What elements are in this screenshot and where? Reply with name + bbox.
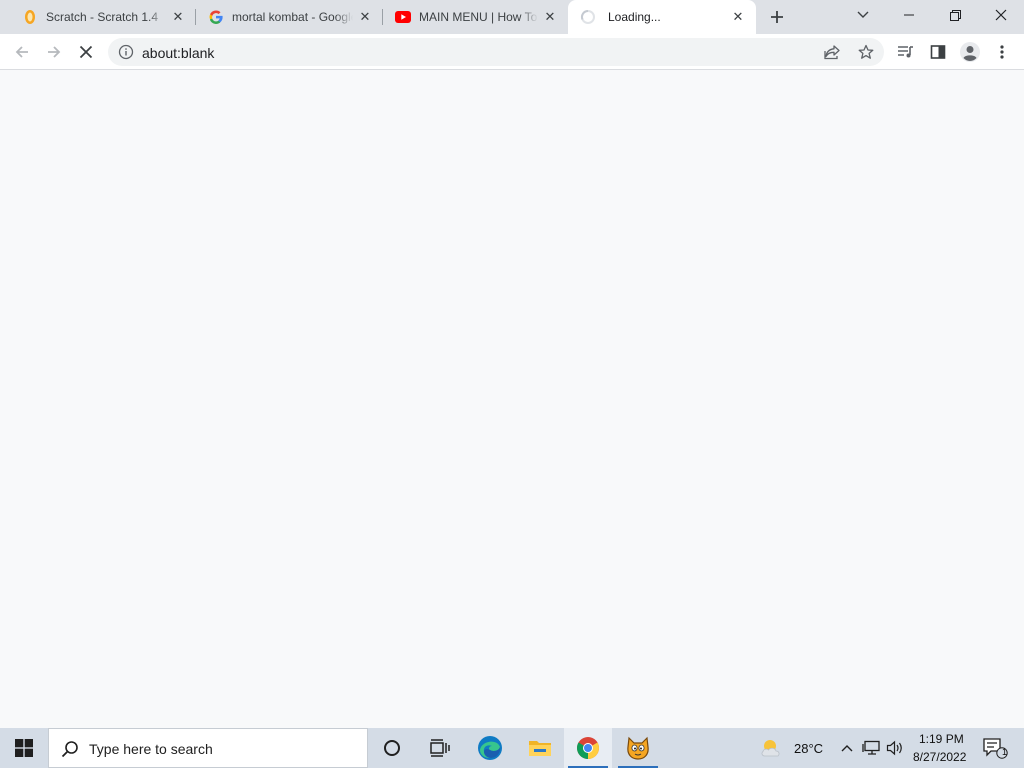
star-icon xyxy=(858,44,874,59)
forward-button[interactable] xyxy=(40,38,68,66)
network-icon xyxy=(862,740,880,755)
close-window-button[interactable] xyxy=(978,0,1024,30)
task-view-button[interactable] xyxy=(416,728,464,768)
plus-icon xyxy=(771,11,783,23)
side-panel-icon xyxy=(930,45,946,59)
action-center-button[interactable]: 1 xyxy=(976,728,1014,768)
edge-icon xyxy=(478,736,502,760)
tab-title: Scratch - Scratch 1.4 xyxy=(46,10,159,24)
minimize-icon xyxy=(904,14,914,16)
tab-title: MAIN MENU | How To Make a Fighting Game xyxy=(419,10,538,24)
arrow-left-icon xyxy=(15,46,28,58)
clock-date[interactable]: 8/27/2022 xyxy=(913,750,966,764)
chrome-taskbar-button[interactable] xyxy=(564,728,612,768)
volume-button[interactable] xyxy=(884,728,906,768)
chrome-icon xyxy=(577,737,599,759)
show-hidden-icons-button[interactable] xyxy=(836,728,858,768)
file-explorer-icon xyxy=(529,741,551,756)
tab-google-search[interactable]: mortal kombat - Google Search ✕ xyxy=(196,0,383,34)
close-icon xyxy=(79,45,93,59)
weather-widget[interactable] xyxy=(752,728,792,768)
tab-scratch[interactable]: Scratch - Scratch 1.4 ✕ xyxy=(0,0,196,34)
new-tab-button[interactable] xyxy=(766,6,788,28)
partly-sunny-icon xyxy=(761,740,780,757)
clock-time[interactable]: 1:19 PM xyxy=(919,732,964,746)
youtube-icon xyxy=(395,9,411,25)
tab-strip: Scratch - Scratch 1.4 ✕ mortal kombat - … xyxy=(0,0,1024,34)
network-button[interactable] xyxy=(860,728,882,768)
more-vert-icon xyxy=(1000,45,1004,59)
tab-close-button[interactable]: ✕ xyxy=(170,9,186,25)
windows-logo-icon xyxy=(15,739,33,757)
search-placeholder: Type here to search xyxy=(89,741,213,757)
tab-close-button[interactable]: ✕ xyxy=(730,9,746,25)
start-button[interactable] xyxy=(0,728,48,768)
share-icon xyxy=(824,45,840,60)
chevron-down-icon xyxy=(857,11,869,18)
minimize-button[interactable] xyxy=(886,0,932,30)
music-queue-icon xyxy=(898,46,913,58)
taskbar-search-box[interactable]: Type here to search xyxy=(48,728,368,768)
info-icon[interactable] xyxy=(118,44,134,60)
volume-icon xyxy=(886,740,902,756)
tab-title: mortal kombat - Google Search xyxy=(232,10,353,24)
loading-spinner-icon xyxy=(580,9,596,25)
tab-youtube[interactable]: MAIN MENU | How To Make a Fighting Game … xyxy=(383,0,568,34)
browser-toolbar: about:blank xyxy=(0,34,1024,70)
address-text[interactable]: about:blank xyxy=(142,45,214,61)
restore-button[interactable] xyxy=(932,0,978,30)
restore-icon xyxy=(949,9,961,21)
edge-taskbar-button[interactable] xyxy=(466,728,514,768)
stop-loading-button[interactable] xyxy=(72,38,100,66)
share-button[interactable] xyxy=(822,42,842,62)
tab-close-button[interactable]: ✕ xyxy=(357,9,373,25)
scratch-cat-icon xyxy=(22,9,38,25)
cortana-circle-icon xyxy=(384,740,400,756)
address-bar[interactable]: about:blank xyxy=(108,38,884,66)
media-control-button[interactable] xyxy=(892,38,920,66)
file-explorer-taskbar-button[interactable] xyxy=(516,728,564,768)
search-icon xyxy=(61,741,78,758)
scratch-icon xyxy=(627,736,649,760)
google-g-icon xyxy=(208,9,224,25)
bookmark-star-button[interactable] xyxy=(856,42,876,62)
tab-loading[interactable]: Loading... ✕ xyxy=(568,0,756,34)
weather-temperature[interactable]: 28°C xyxy=(794,741,823,756)
arrow-right-icon xyxy=(48,46,61,58)
back-button[interactable] xyxy=(8,38,36,66)
task-view-icon xyxy=(430,739,450,757)
notification-count: 1 xyxy=(1002,747,1008,757)
chevron-up-icon xyxy=(841,745,853,752)
chrome-menu-button[interactable] xyxy=(988,38,1016,66)
page-content xyxy=(0,71,1024,728)
avatar-icon xyxy=(960,42,980,62)
side-panel-button[interactable] xyxy=(924,38,952,66)
windows-taskbar: Type here to search 28°C 1:19 PM 8/27/20… xyxy=(0,728,1024,768)
scratch-taskbar-button[interactable] xyxy=(614,728,662,768)
close-icon xyxy=(995,9,1007,21)
tab-title: Loading... xyxy=(608,10,661,24)
tab-search-button[interactable] xyxy=(840,0,886,30)
tab-close-button[interactable]: ✕ xyxy=(542,9,558,25)
profile-button[interactable] xyxy=(956,38,984,66)
cortana-button[interactable] xyxy=(368,728,416,768)
